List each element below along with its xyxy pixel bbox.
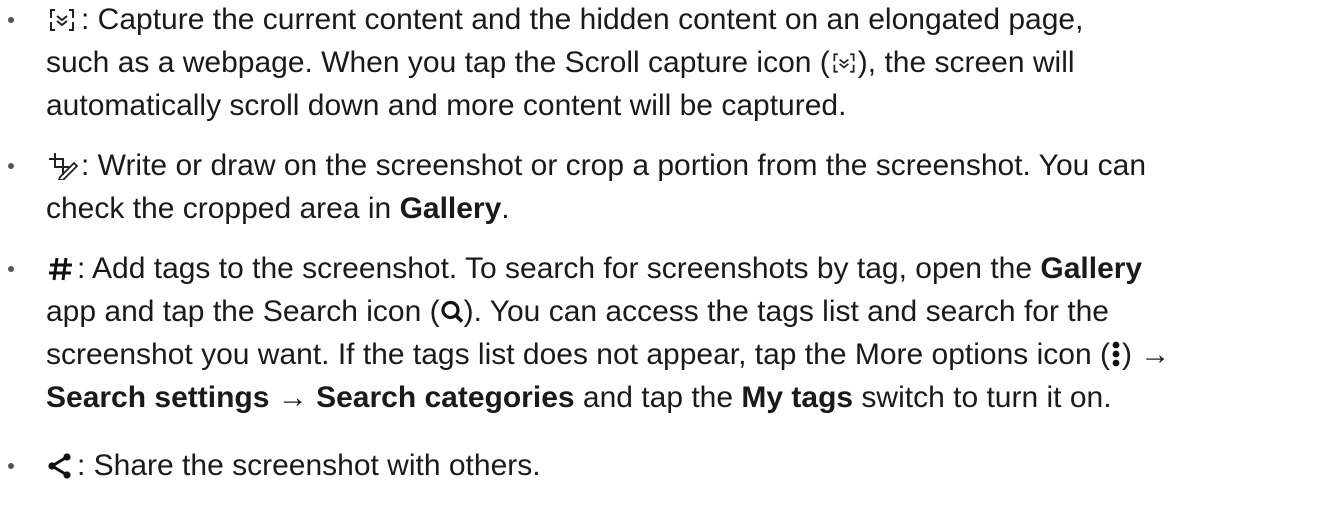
text-line: check the cropped area in Gallery. (46, 192, 510, 225)
text-line: such as a webpage. When you tap the Scro… (46, 41, 1336, 85)
search-icon (440, 294, 464, 338)
bullet (8, 17, 14, 23)
bullet (8, 463, 14, 469)
text-line: app and tap the Search icon ( ). You can… (46, 290, 1336, 334)
text-line: automatically scroll down and more conte… (46, 89, 847, 122)
bullet (8, 163, 14, 169)
scroll-capture-icon (830, 45, 858, 89)
share-icon (46, 449, 74, 493)
more-options-icon (1110, 337, 1122, 381)
text-line: Search settings → Search categories and … (46, 381, 1112, 414)
feature-list: : Capture the current content and the hi… (0, 0, 1338, 511)
text-line: screenshot you want. If the tags list do… (46, 333, 1336, 377)
text-line: : Write or draw on the screenshot or cro… (46, 144, 1336, 188)
text-line: : Add tags to the screenshot. To search … (46, 247, 1336, 291)
text-line: : Share the screenshot with others. (46, 444, 1336, 488)
text-line: : Capture the current content and the hi… (46, 0, 1336, 42)
bullet (8, 266, 14, 272)
